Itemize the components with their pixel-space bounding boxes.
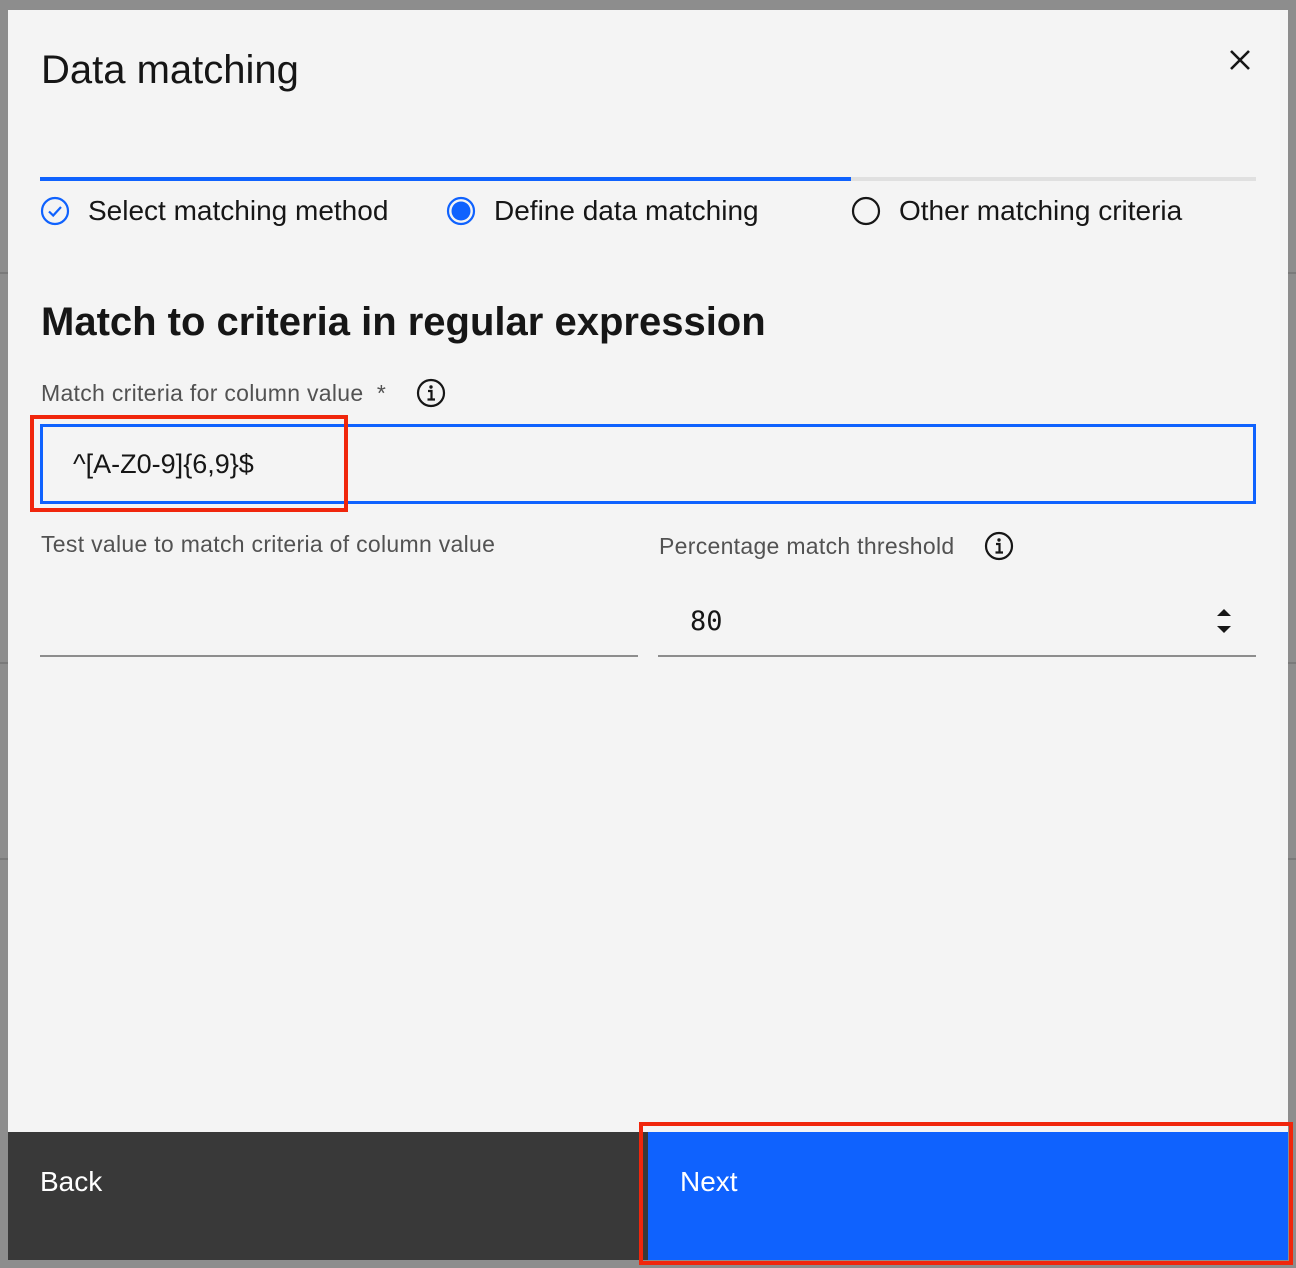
- current-step-icon: [446, 196, 476, 226]
- test-value-input[interactable]: [40, 588, 638, 657]
- match-criteria-input[interactable]: [40, 424, 1256, 504]
- step-define-data-matching[interactable]: Define data matching: [446, 195, 759, 227]
- close-icon: [1230, 50, 1250, 70]
- checkmark-circle-icon: [40, 196, 70, 226]
- threshold-number-input[interactable]: 80: [658, 588, 1256, 657]
- threshold-label: Percentage match threshold: [659, 531, 1014, 561]
- info-icon[interactable]: [416, 378, 446, 408]
- test-value-label: Test value to match criteria of column v…: [41, 531, 496, 557]
- threshold-value[interactable]: 80: [690, 606, 723, 637]
- progress-fill: [40, 177, 852, 181]
- stepper-arrows-icon: [1217, 609, 1231, 633]
- step-label: Define data matching: [494, 195, 759, 226]
- step-other-matching-criteria[interactable]: Other matching criteria: [851, 195, 1182, 227]
- section-title: Match to criteria in regular expression: [41, 300, 766, 344]
- info-icon[interactable]: [984, 531, 1014, 561]
- data-matching-modal: Data matching Select matching method Def…: [8, 10, 1288, 1260]
- match-criteria-label-text: Match criteria for column value *: [41, 379, 387, 406]
- step-label: Select matching method: [88, 195, 389, 226]
- back-button[interactable]: Back: [8, 1132, 648, 1260]
- step-label: Other matching criteria: [899, 195, 1183, 226]
- threshold-label-text: Percentage match threshold: [659, 532, 955, 559]
- modal-footer: Back Next: [8, 1132, 1288, 1260]
- step-select-matching-method[interactable]: Select matching method: [40, 195, 388, 227]
- close-button[interactable]: [1220, 40, 1260, 80]
- modal-title: Data matching: [41, 48, 299, 92]
- next-button[interactable]: Next: [648, 1132, 1288, 1260]
- incomplete-step-icon: [851, 196, 881, 226]
- match-criteria-label: Match criteria for column value *: [41, 378, 446, 408]
- number-stepper[interactable]: [1206, 600, 1242, 642]
